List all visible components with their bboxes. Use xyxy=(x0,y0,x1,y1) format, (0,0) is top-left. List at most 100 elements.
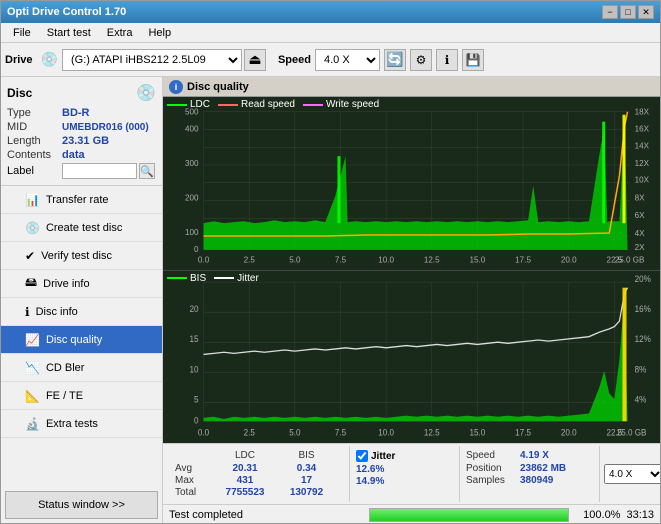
nav-verify-test-disc-label: Verify test disc xyxy=(41,250,112,262)
svg-text:20.0: 20.0 xyxy=(561,256,577,265)
length-val: 23.31 GB xyxy=(62,135,109,147)
label-input[interactable] xyxy=(62,163,137,179)
drive-info-icon: 🖴 xyxy=(25,273,37,294)
legend-read-speed: Read speed xyxy=(218,99,295,110)
svg-text:0.0: 0.0 xyxy=(198,256,210,265)
legend-ldc: LDC xyxy=(167,99,210,110)
menu-file[interactable]: File xyxy=(5,25,39,41)
menu-extra[interactable]: Extra xyxy=(99,25,141,41)
legend-jitter: Jitter xyxy=(214,273,259,284)
position-val: 23862 MB xyxy=(520,463,566,474)
svg-text:6X: 6X xyxy=(635,211,646,220)
svg-text:17.5: 17.5 xyxy=(515,256,531,265)
speed-col-header: Speed xyxy=(466,450,516,461)
settings-button[interactable]: ⚙ xyxy=(410,49,432,71)
stats-row: LDC BIS Avg 20.31 0.34 Max 431 17 xyxy=(163,444,660,504)
nav-verify-test-disc[interactable]: ✔ Verify test disc xyxy=(1,242,162,270)
svg-text:0: 0 xyxy=(194,245,199,254)
position-label: Position xyxy=(466,463,516,474)
samples-label: Samples xyxy=(466,475,516,486)
ldc-header: LDC xyxy=(215,450,275,461)
nav-extra-tests-label: Extra tests xyxy=(46,418,98,430)
svg-text:12X: 12X xyxy=(635,159,650,168)
upper-chart: LDC Read speed Write speed xyxy=(163,97,660,271)
lower-chart-svg: 0 5 10 15 20 20% 16% 12% 8% 4% xyxy=(163,271,660,444)
max-label: Max xyxy=(175,475,211,486)
jitter-checkbox[interactable] xyxy=(356,450,368,462)
menu-help[interactable]: Help xyxy=(140,25,179,41)
speed-combo[interactable]: 4.0 X xyxy=(315,49,380,71)
nav-disc-info-label: Disc info xyxy=(36,306,78,318)
jitter-legend-label: Jitter xyxy=(237,273,259,284)
sidebar: Disc 💿 Type BD-R MID UMEBDR016 (000) Len… xyxy=(1,77,163,523)
main-content: Disc 💿 Type BD-R MID UMEBDR016 (000) Len… xyxy=(1,77,660,523)
type-key: Type xyxy=(7,107,62,119)
drive-combo[interactable]: (G:) ATAPI iHBS212 2.5L09 xyxy=(62,49,242,71)
nav-transfer-rate[interactable]: 📊 Transfer rate xyxy=(1,186,162,214)
charts-area: LDC Read speed Write speed xyxy=(163,97,660,443)
status-text: Test completed xyxy=(169,509,363,521)
menu-start-test[interactable]: Start test xyxy=(39,25,99,41)
svg-text:2.5: 2.5 xyxy=(244,427,256,437)
svg-text:0.0: 0.0 xyxy=(198,427,210,437)
avg-bis: 0.34 xyxy=(279,463,334,474)
svg-text:10.0: 10.0 xyxy=(378,427,394,437)
nav-extra-tests[interactable]: 🔬 Extra tests xyxy=(1,410,162,438)
svg-text:25.0 GB: 25.0 GB xyxy=(617,427,647,437)
disc-quality-icon: 📈 xyxy=(25,333,40,347)
window-title: Opti Drive Control 1.70 xyxy=(7,6,126,18)
nav-disc-info[interactable]: ℹ Disc info xyxy=(1,298,162,326)
nav-disc-quality[interactable]: 📈 Disc quality xyxy=(1,326,162,354)
nav-drive-info[interactable]: 🖴 Drive info xyxy=(1,270,162,298)
menu-bar: File Start test Extra Help xyxy=(1,23,660,43)
read-speed-legend-label: Read speed xyxy=(241,99,295,110)
save-button[interactable]: 💾 xyxy=(462,49,484,71)
svg-text:8%: 8% xyxy=(635,363,647,373)
nav-create-test-disc-label: Create test disc xyxy=(46,222,122,234)
disc-info-panel: Disc 💿 Type BD-R MID UMEBDR016 (000) Len… xyxy=(1,77,162,186)
nav-transfer-rate-label: Transfer rate xyxy=(46,194,109,206)
fe-te-icon: 📐 xyxy=(25,389,40,403)
svg-text:16%: 16% xyxy=(635,303,652,313)
svg-text:25.0 GB: 25.0 GB xyxy=(615,256,645,265)
svg-text:400: 400 xyxy=(185,125,199,134)
svg-text:2.5: 2.5 xyxy=(244,256,256,265)
nav-create-test-disc[interactable]: 💿 Create test disc xyxy=(1,214,162,242)
title-bar: Opti Drive Control 1.70 − □ ✕ xyxy=(1,1,660,23)
max-bis: 17 xyxy=(279,475,334,486)
maximize-button[interactable]: □ xyxy=(620,5,636,19)
disc-type-row: Type BD-R xyxy=(7,107,156,119)
drive-icon: 💿 xyxy=(41,51,58,68)
refresh-button[interactable]: 🔄 xyxy=(384,49,406,71)
stats-speed-combo[interactable]: 4.0 X xyxy=(604,464,660,484)
svg-text:16X: 16X xyxy=(635,125,650,134)
verify-disc-icon: ✔ xyxy=(25,249,35,263)
close-button[interactable]: ✕ xyxy=(638,5,654,19)
max-ldc: 431 xyxy=(215,475,275,486)
samples-val: 380949 xyxy=(520,475,553,486)
svg-text:20%: 20% xyxy=(635,273,652,283)
upper-legend: LDC Read speed Write speed xyxy=(167,99,379,110)
svg-text:4X: 4X xyxy=(635,229,646,238)
extra-tests-icon: 🔬 xyxy=(25,417,40,431)
window-controls: − □ ✕ xyxy=(602,5,654,19)
chart-title: Disc quality xyxy=(187,81,249,93)
svg-text:7.5: 7.5 xyxy=(335,427,347,437)
svg-text:12.5: 12.5 xyxy=(424,256,440,265)
info-button[interactable]: ℹ xyxy=(436,49,458,71)
minimize-button[interactable]: − xyxy=(602,5,618,19)
create-disc-icon: 💿 xyxy=(25,221,40,235)
svg-text:15.0: 15.0 xyxy=(470,256,486,265)
label-btn[interactable]: 🔍 xyxy=(139,163,155,179)
nav-disc-quality-label: Disc quality xyxy=(46,334,102,346)
status-window-button[interactable]: Status window >> xyxy=(5,491,158,519)
progress-bar-outer xyxy=(369,508,569,522)
lower-legend: BIS Jitter xyxy=(167,273,259,284)
svg-text:5.0: 5.0 xyxy=(289,256,301,265)
upper-chart-svg: 0 100 200 300 400 500 18X 16X 14X 12X 10… xyxy=(163,97,660,270)
svg-text:2X: 2X xyxy=(635,243,646,252)
eject-button[interactable]: ⏏ xyxy=(244,49,266,71)
nav-cd-bler[interactable]: 📉 CD Bler xyxy=(1,354,162,382)
nav-fe-te[interactable]: 📐 FE / TE xyxy=(1,382,162,410)
svg-text:7.5: 7.5 xyxy=(335,256,347,265)
